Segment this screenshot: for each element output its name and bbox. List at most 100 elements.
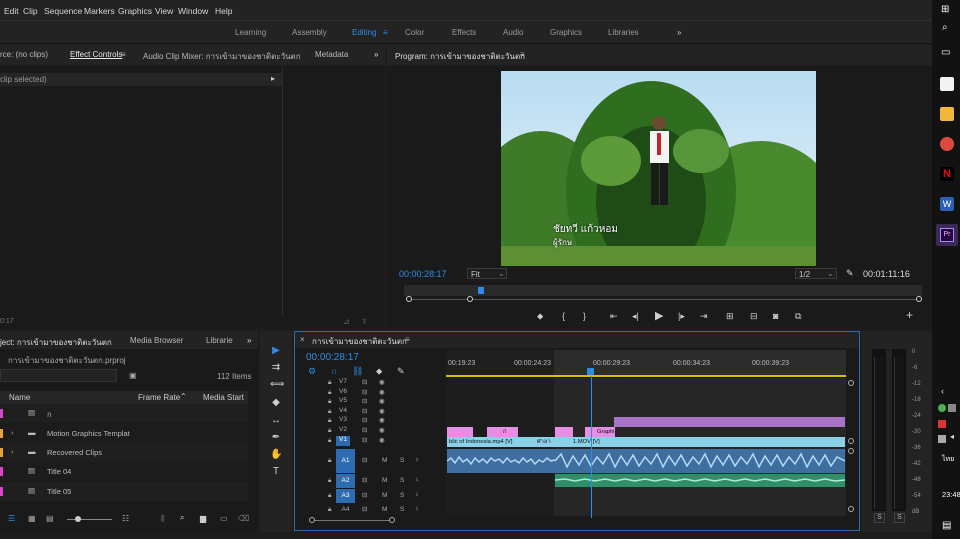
premiere-taskbar-button[interactable]: Pr [936,224,958,246]
sync-lock-icon[interactable]: ⊟ [362,416,367,424]
clock[interactable]: 23:48 [942,490,960,499]
program-playhead[interactable] [478,287,484,294]
step-back-icon[interactable]: ◂| [632,311,639,322]
chevron-up-icon[interactable]: ‹ [941,386,944,396]
panel-overflow-icon[interactable]: » [374,50,378,59]
lock-icon[interactable]: 🔒︎ [328,427,331,435]
eye-icon[interactable]: ◉ [379,416,385,424]
solo-button[interactable]: S [400,477,404,484]
solo-left-button[interactable]: S [874,513,885,523]
audio-clip-a2[interactable] [554,474,846,487]
project-item[interactable]: ▤ ก [0,404,248,423]
zoom-slider[interactable] [67,519,112,520]
menu-graphics[interactable]: Graphics [118,6,152,16]
solo-button[interactable]: S [400,492,404,499]
zoom-select[interactable]: Fit ⌄ [467,268,507,279]
sync-lock-icon[interactable]: ⊟ [362,505,367,513]
track-label[interactable]: A3 [336,489,355,503]
lock-icon[interactable]: 🔒︎ [328,457,331,465]
panel-menu-icon[interactable]: ≡ [121,50,126,59]
lock-icon[interactable]: 🔒︎ [328,477,331,485]
microphone-icon[interactable]: ♮ [416,491,418,499]
trash-icon[interactable]: ⌫ [238,514,249,523]
network-icon[interactable] [938,435,946,443]
slip-icon[interactable]: ↔ [270,415,282,427]
timeline-playhead-handle[interactable] [587,368,594,375]
resolution-select[interactable]: 1/2 ⌄ [795,268,837,279]
microphone-icon[interactable]: ♮ [416,456,418,464]
compare-icon[interactable]: ⧉ [795,311,801,322]
mute-button[interactable]: M [382,506,387,513]
project-item[interactable]: › ▬ Motion Graphics Templat [0,424,248,443]
eye-icon[interactable]: ◉ [379,407,385,415]
chevron-right-icon[interactable]: › [11,428,14,437]
workspace-audio[interactable]: Audio [503,28,523,37]
project-overflow-icon[interactable]: » [247,336,251,345]
workspace-editing[interactable]: Editing [352,28,376,37]
program-timecode[interactable]: 00:00:28:17 [399,269,447,279]
mark-in-icon[interactable]: { [562,311,565,321]
tab-source[interactable]: rce: (no clips) [0,50,48,59]
new-bin-icon[interactable]: ▣ [129,371,137,380]
program-menu-icon[interactable]: ≡ [520,50,525,59]
sort-icon[interactable]: ☷ [122,514,129,523]
add-button-icon[interactable]: + [906,308,913,322]
play-arrow-icon[interactable]: ▸ [271,74,275,83]
track-label[interactable]: V6 [336,388,350,398]
tab-media-browser[interactable]: Media Browser [130,336,183,345]
lock-icon[interactable]: 🔒︎ [328,398,331,406]
hand-icon[interactable]: ✋ [270,449,282,461]
mute-button[interactable]: M [382,477,387,484]
clip-v1-indonesia[interactable]: blic of Indonesia.mp4 [V] [447,437,525,447]
zoom-handle-left[interactable] [406,296,412,302]
menu-view[interactable]: View [155,6,173,16]
timeline-timecode[interactable]: 00:00:28:17 [306,352,359,363]
zoom-slider-thumb[interactable] [75,516,81,522]
windows-icon[interactable]: ⊞ [941,4,949,15]
tab-project[interactable]: ject: การเข้ามาของชาติตะวันตก [0,336,112,349]
lock-icon[interactable]: 🔒︎ [328,408,331,416]
eye-icon[interactable]: ◉ [379,426,385,434]
eye-icon[interactable]: ◉ [379,436,385,444]
graduation-app-icon[interactable] [940,77,954,91]
clip-v2-graphic[interactable]: Graphi [585,427,615,437]
sync-lock-icon[interactable]: ⊟ [362,407,367,415]
workspace-menu-icon[interactable]: ≡ [383,28,388,37]
audio-vscroll-handle-bottom[interactable] [848,506,854,512]
lift-icon[interactable]: ⊞ [726,311,734,322]
workspace-color[interactable]: Color [405,28,424,37]
track-label[interactable]: V3 [336,416,350,426]
mark-out-icon[interactable]: } [583,311,586,321]
clip-v1-sala[interactable]: ศาลา [525,437,555,447]
language-indicator[interactable]: ไทย [942,454,954,465]
extract-icon[interactable]: ⊟ [750,311,758,322]
workspace-graphics[interactable]: Graphics [550,28,582,37]
workspace-overflow-icon[interactable]: » [677,28,681,37]
timeline-ruler[interactable]: 00:19:23 00:00:24:23 00:00:29:23 00:00:3… [446,350,846,377]
new-item-icon[interactable]: ▭ [220,514,228,523]
lock-icon[interactable]: 🔒︎ [328,437,331,445]
sync-lock-icon[interactable]: ⊟ [362,388,367,396]
menu-window[interactable]: Window [178,6,208,16]
workspace-assembly[interactable]: Assembly [292,28,327,37]
eye-icon[interactable]: ◉ [379,378,385,386]
play-icon[interactable]: ▶ [655,309,663,322]
track-label[interactable]: V7 [336,378,350,388]
chrome-icon[interactable] [940,137,954,151]
task-view-icon[interactable]: ▭ [941,47,950,58]
lock-icon[interactable]: 🔒︎ [328,492,331,500]
snap-icon[interactable]: ∩ [331,366,337,376]
solo-button[interactable]: S [400,506,404,513]
project-item[interactable]: ▤ Title 04 [0,462,248,481]
export-icon[interactable]: ⇪ [361,317,368,326]
vscroll-handle-bottom[interactable] [848,438,854,444]
timeline-menu-icon[interactable]: ≡ [405,335,410,344]
workspace-effects[interactable]: Effects [452,28,476,37]
file-explorer-icon[interactable] [940,107,954,121]
eye-icon[interactable]: ◉ [379,388,385,396]
track-label[interactable]: V2 [336,426,350,436]
solo-right-button[interactable]: S [894,513,905,523]
add-marker-icon[interactable]: ⬥ [537,311,543,322]
clip-v3-graphics[interactable] [614,417,845,427]
track-label[interactable]: V4 [336,407,350,417]
